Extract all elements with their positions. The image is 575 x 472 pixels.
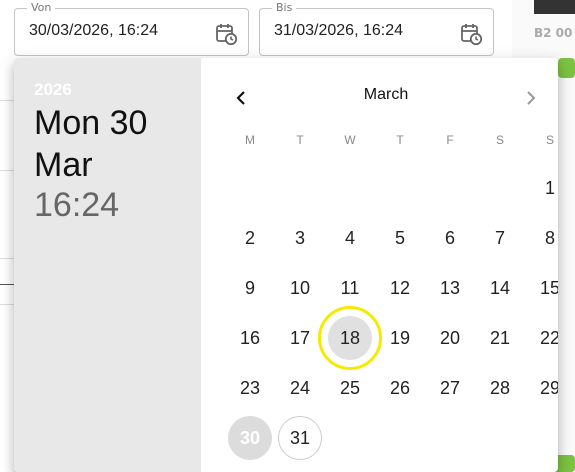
weekday-label: T: [296, 133, 304, 147]
calendar-day[interactable]: 1: [528, 166, 558, 210]
calendar-day[interactable]: 30: [228, 416, 272, 460]
calendar-day[interactable]: 8: [528, 216, 558, 260]
toolbar-time[interactable]: 16:24: [34, 186, 119, 225]
weekday-label: W: [344, 133, 356, 147]
calendar-clock-icon[interactable]: [459, 22, 483, 46]
background-green-bar: [558, 58, 575, 78]
weekday-label: T: [396, 133, 404, 147]
background-divider: [0, 170, 14, 171]
background-divider: [0, 258, 14, 259]
calendar-day[interactable]: 11: [328, 266, 372, 310]
from-field-label: Von: [27, 1, 56, 14]
to-field-label: Bis: [272, 1, 297, 14]
background-header-block: [534, 0, 575, 14]
weekday-label: F: [446, 133, 454, 147]
weekday-label: M: [245, 133, 255, 147]
calendar-day[interactable]: 12: [378, 266, 422, 310]
weekday-label: S: [495, 133, 504, 147]
datetime-picker-popup: 2026 Mon 30 Mar 16:24 March MTWTFSS 1234…: [14, 58, 558, 472]
prev-month-button[interactable]: [227, 84, 255, 112]
calendar-day[interactable]: 5: [378, 216, 422, 260]
calendar-day[interactable]: 4: [328, 216, 372, 260]
toolbar-date[interactable]: Mon 30 Mar: [34, 102, 194, 186]
calendar-day[interactable]: 14: [478, 266, 522, 310]
from-datetime-field[interactable]: Von 30/03/2026, 16:24: [14, 1, 249, 56]
calendar-day[interactable]: 18: [328, 316, 372, 360]
calendar-day[interactable]: 3: [278, 216, 322, 260]
calendar-clock-icon[interactable]: [214, 22, 238, 46]
calendar-day[interactable]: 27: [428, 366, 472, 410]
calendar-view: March MTWTFSS 1 2 3 4 5 6 7 8 9 10 11 12 13 14 15 16 17 1…: [201, 58, 558, 472]
calendar-day[interactable]: 21: [478, 316, 522, 360]
calendar-day[interactable]: 24: [278, 366, 322, 410]
chevron-right-icon: [527, 91, 536, 105]
calendar-day[interactable]: 6: [428, 216, 472, 260]
background-divider: [0, 100, 14, 101]
to-field-value[interactable]: 31/03/2026, 16:24: [274, 22, 403, 40]
to-datetime-field[interactable]: Bis 31/03/2026, 16:24: [259, 1, 494, 56]
from-field-value[interactable]: 30/03/2026, 16:24: [29, 22, 158, 40]
calendar-day[interactable]: 2: [228, 216, 272, 260]
calendar-day[interactable]: 22: [528, 316, 558, 360]
calendar-day[interactable]: 20: [428, 316, 472, 360]
calendar-day[interactable]: 7: [478, 216, 522, 260]
picker-toolbar: 2026 Mon 30 Mar 16:24: [14, 58, 201, 472]
calendar-day[interactable]: 26: [378, 366, 422, 410]
calendar-day[interactable]: 23: [228, 366, 272, 410]
calendar-day[interactable]: 28: [478, 366, 522, 410]
calendar-day[interactable]: 15: [528, 266, 558, 310]
background-label: B2 00: [534, 26, 573, 40]
calendar-day[interactable]: 13: [428, 266, 472, 310]
calendar-day[interactable]: 25: [328, 366, 372, 410]
weekday-label: S: [545, 133, 554, 147]
calendar-day[interactable]: 9: [228, 266, 272, 310]
calendar-day[interactable]: 10: [278, 266, 322, 310]
calendar-day[interactable]: 16: [228, 316, 272, 360]
calendar-day[interactable]: 17: [278, 316, 322, 360]
calendar-day[interactable]: 29: [528, 366, 558, 410]
background-divider: [0, 284, 14, 285]
chevron-left-icon: [236, 91, 245, 105]
calendar-day[interactable]: 19: [378, 316, 422, 360]
toolbar-year[interactable]: 2026: [34, 80, 72, 100]
background-divider: [0, 304, 14, 305]
calendar-day[interactable]: 31: [278, 416, 322, 460]
next-month-button[interactable]: [517, 84, 545, 112]
